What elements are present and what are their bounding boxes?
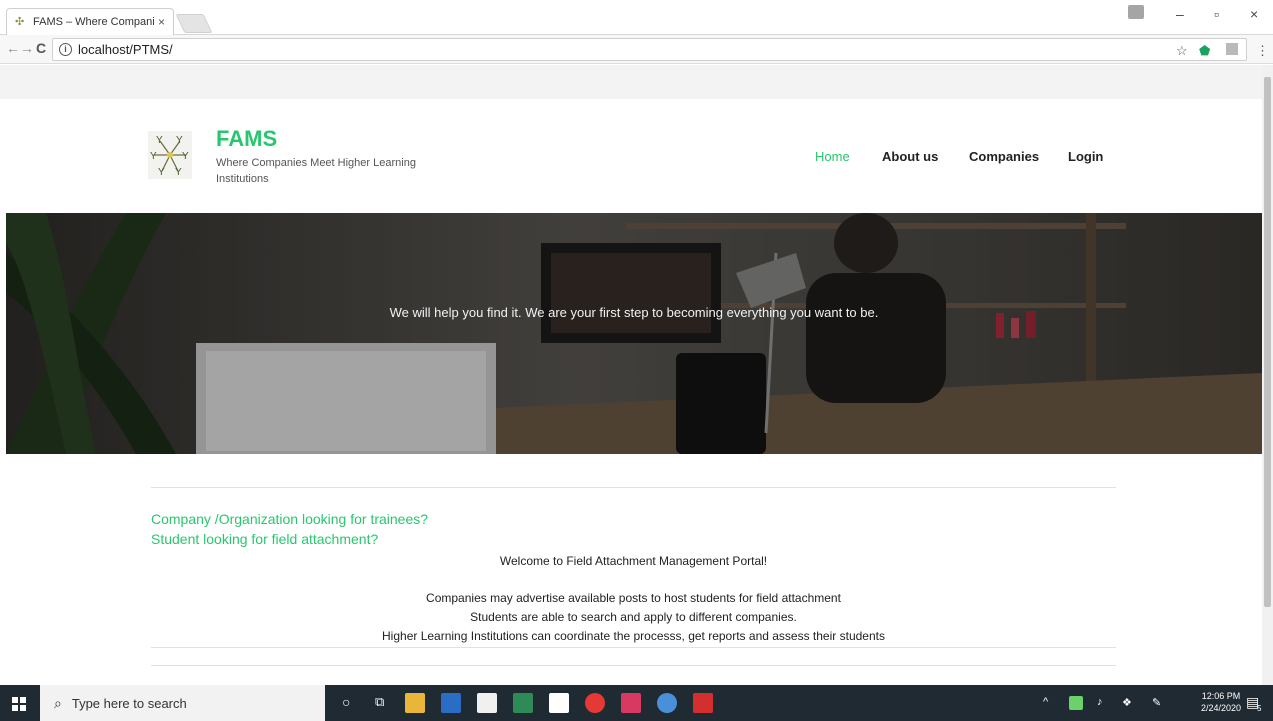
info-icon[interactable]: i (59, 43, 72, 56)
menu-icon[interactable]: ⋮ (1256, 43, 1269, 59)
task-view-icon[interactable]: ⧉ (375, 694, 384, 710)
maximize-icon[interactable]: ▫ (1214, 6, 1219, 22)
search-placeholder: Type here to search (71, 695, 187, 711)
pen-icon[interactable]: ✎ (1152, 696, 1161, 709)
browser-toolbar: ← → C i localhost/PTMS/ ☆ ⬟ ⋮ (0, 35, 1273, 64)
feature-students: Students are able to search and apply to… (470, 610, 797, 624)
svg-text:Y: Y (175, 167, 182, 178)
taskbar-search-input[interactable]: ⌕ Type here to search (40, 685, 325, 721)
chrome-icon[interactable] (657, 693, 677, 713)
extension-icon[interactable] (1226, 43, 1238, 55)
browser-tabstrip: ✣ FAMS – Where Compani × – ▫ × (0, 0, 1273, 35)
prompt-company: Company /Organization looking for traine… (151, 511, 429, 527)
search-icon: ⌕ (54, 694, 62, 711)
hero-banner: We will help you find it. We are your fi… (6, 213, 1262, 454)
windows-start-icon[interactable] (12, 697, 26, 711)
bookmark-star-icon[interactable]: ☆ (1176, 43, 1188, 59)
screen: ✣ FAMS – Where Compani × – ▫ × ← → C i l… (0, 0, 1273, 721)
file-explorer-icon[interactable] (405, 693, 425, 713)
back-icon[interactable]: ← (6, 40, 20, 56)
notepad-icon[interactable] (549, 693, 569, 713)
acrobat-icon[interactable] (693, 693, 713, 713)
tray-app-icon[interactable] (1069, 696, 1083, 710)
hero-photo (6, 213, 1262, 454)
tab-title: FAMS – Where Compani (33, 16, 154, 28)
browser-tab[interactable]: ✣ FAMS – Where Compani × (6, 8, 174, 35)
store-icon[interactable] (477, 693, 497, 713)
forward-icon[interactable]: → (20, 40, 34, 56)
profile-icon[interactable] (1128, 5, 1144, 19)
logo-graphic: YY YY YY (150, 135, 189, 178)
close-window-icon[interactable]: × (1250, 6, 1258, 22)
app-icon[interactable] (621, 693, 641, 713)
nav-companies[interactable]: Companies (969, 149, 1039, 164)
svg-text:Y: Y (158, 167, 165, 178)
svg-text:Y: Y (176, 135, 183, 146)
feature-companies: Companies may advertise available posts … (426, 591, 841, 605)
divider-top (151, 487, 1116, 488)
divider-middle (151, 647, 1116, 648)
prompt-student: Student looking for field attachment? (151, 531, 379, 547)
minimize-icon[interactable]: – (1176, 6, 1184, 22)
web-page: YY YY YY FAMS Where Companies Meet Highe… (0, 65, 1262, 685)
nav-login[interactable]: Login (1068, 149, 1103, 164)
clock-date: 2/24/2020 (1201, 703, 1242, 713)
address-bar[interactable]: i localhost/PTMS/ (52, 38, 1247, 61)
divider-bottom (151, 665, 1116, 666)
reload-icon[interactable]: C (36, 40, 46, 56)
svg-text:Y: Y (182, 151, 189, 162)
new-tab-button[interactable] (175, 14, 213, 33)
svg-text:Y: Y (150, 151, 157, 162)
scrollbar-thumb[interactable] (1264, 77, 1271, 607)
nav-home[interactable]: Home (815, 149, 850, 164)
system-clock[interactable]: 12:06 PM 2/24/2020 (1201, 690, 1241, 714)
feature-institutions: Higher Learning Institutions can coordin… (382, 629, 885, 643)
volume-icon[interactable]: ♪ (1097, 696, 1103, 708)
notification-count: 5 (1257, 704, 1262, 713)
brand-tagline: Where Companies Meet Higher Learning Ins… (216, 157, 416, 185)
extension-shield-icon[interactable]: ⬟ (1199, 43, 1210, 59)
windows-taskbar: ⌕ Type here to search ○ ⧉ ^ ♪ ❖ ✎ 12:06 … (0, 685, 1273, 721)
brand-name[interactable]: FAMS (216, 126, 277, 152)
page-top-band (0, 65, 1262, 99)
site-favicon-icon: ✣ (15, 16, 25, 28)
hero-message: We will help you find it. We are your fi… (389, 305, 879, 320)
excel-icon[interactable] (513, 693, 533, 713)
page-scrollbar[interactable] (1262, 65, 1273, 685)
close-tab-icon[interactable]: × (158, 15, 165, 29)
clock-time: 12:06 PM (1201, 691, 1241, 701)
nav-about-us[interactable]: About us (882, 149, 938, 164)
opera-icon[interactable] (585, 693, 605, 713)
tray-expand-icon[interactable]: ^ (1043, 696, 1048, 708)
welcome-message: Welcome to Field Attachment Management P… (499, 554, 768, 568)
cortana-icon[interactable]: ○ (342, 694, 350, 710)
site-logo[interactable]: YY YY YY (148, 131, 192, 179)
svg-text:Y: Y (156, 135, 163, 146)
dropbox-icon[interactable]: ❖ (1122, 696, 1132, 709)
word-icon[interactable] (441, 693, 461, 713)
url-text: localhost/PTMS/ (78, 42, 173, 57)
